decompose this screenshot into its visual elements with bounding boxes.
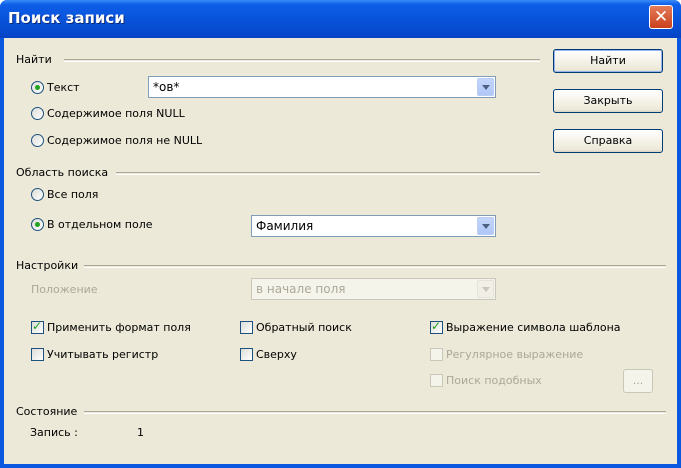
chevron-down-icon[interactable] (477, 78, 494, 96)
radio-field-null-label[interactable]: Содержимое поля NULL (47, 107, 185, 120)
checkbox-from-top-label[interactable]: Сверху (256, 348, 297, 361)
checkbox-reverse-search[interactable] (240, 321, 253, 334)
dialog-body: Найти Текст *ов* Содержимое поля NULL Со… (4, 38, 677, 464)
radio-single-field-label[interactable]: В отдельном поле (47, 218, 153, 231)
settings-section-label: Настройки (16, 259, 79, 272)
record-value: 1 (137, 426, 144, 439)
radio-text[interactable] (31, 81, 44, 94)
radio-single-field[interactable] (31, 218, 44, 231)
find-button[interactable]: Найти (553, 49, 663, 73)
record-label: Запись : (30, 426, 78, 439)
checkbox-wildcard-expression[interactable] (430, 319, 443, 334)
similarity-options-button: ... (623, 369, 653, 393)
checkbox-regular-expression-label: Регулярное выражение (446, 348, 584, 361)
search-text-value: *ов* (153, 80, 180, 94)
position-select-value: в начале поля (256, 282, 346, 296)
checkbox-reverse-search-label[interactable]: Обратный поиск (256, 321, 352, 334)
title-bar[interactable]: Поиск записи ✕ (0, 0, 681, 38)
checkbox-wildcard-expression-label[interactable]: Выражение символа шаблона (446, 321, 621, 334)
find-section-label: Найти (16, 53, 52, 66)
chevron-down-icon[interactable] (477, 217, 494, 235)
status-section-label: Состояние (16, 405, 78, 418)
close-window-button[interactable]: ✕ (649, 5, 673, 29)
checkbox-regular-expression (430, 348, 443, 361)
checkbox-similarity-search-label: Поиск подобных (446, 374, 542, 387)
checkbox-from-top[interactable] (240, 348, 253, 361)
find-section-divider (64, 59, 540, 62)
search-text-combo[interactable]: *ов* (148, 76, 496, 98)
radio-field-not-null-label[interactable]: Содержимое поля не NULL (47, 134, 202, 147)
scope-section-divider (116, 172, 540, 175)
close-button[interactable]: Закрыть (553, 89, 663, 113)
close-icon: ✕ (653, 7, 669, 27)
settings-section-divider (84, 265, 666, 268)
checkbox-apply-field-format-label[interactable]: Применить формат поля (47, 321, 191, 334)
checkbox-apply-field-format[interactable] (31, 319, 44, 334)
status-section-divider (84, 411, 666, 414)
checkbox-match-case[interactable] (31, 348, 44, 361)
field-select[interactable]: Фамилия (251, 215, 496, 237)
chevron-down-icon (477, 280, 494, 298)
help-button[interactable]: Справка (553, 129, 663, 153)
radio-field-not-null[interactable] (31, 134, 44, 147)
position-label: Положение (31, 283, 98, 296)
radio-text-label[interactable]: Текст (47, 81, 80, 94)
position-select[interactable]: в начале поля (251, 278, 496, 300)
scope-section-label: Область поиска (16, 166, 109, 179)
window-title: Поиск записи (8, 9, 125, 27)
radio-all-fields-label[interactable]: Все поля (47, 188, 98, 201)
field-select-value: Фамилия (256, 219, 314, 233)
checkbox-similarity-search (430, 374, 443, 387)
radio-all-fields[interactable] (31, 188, 44, 201)
checkbox-match-case-label[interactable]: Учитывать регистр (47, 348, 158, 361)
search-record-dialog: Поиск записи ✕ Найти Текст *ов* Содержим… (0, 0, 681, 468)
radio-field-null[interactable] (31, 107, 44, 120)
